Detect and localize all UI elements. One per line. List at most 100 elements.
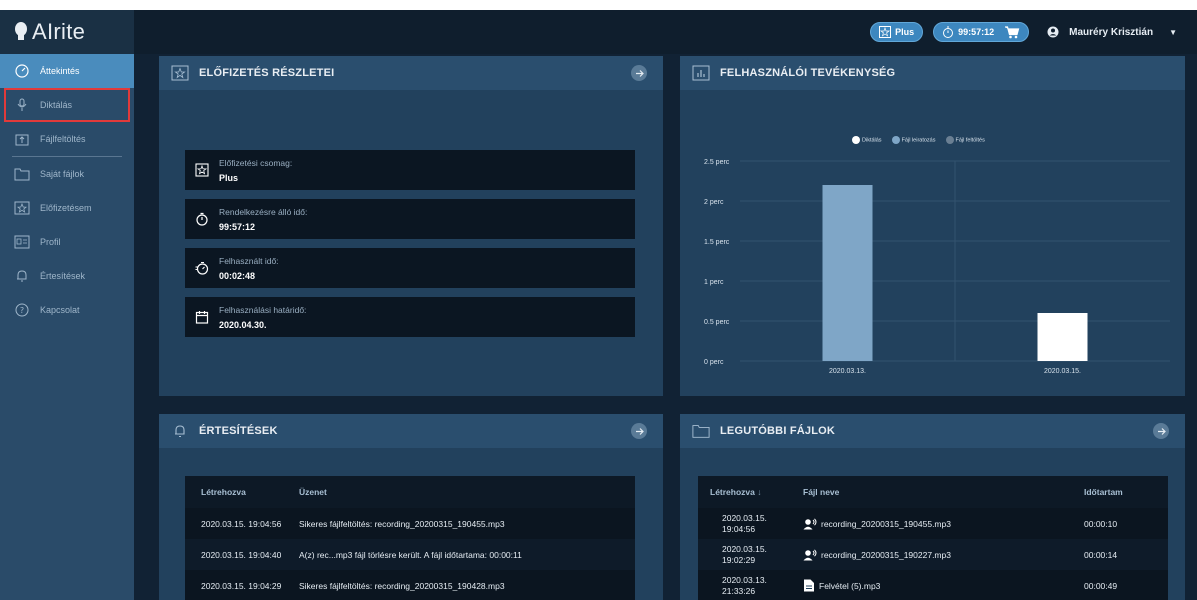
microphone-icon bbox=[14, 97, 30, 113]
y-tick-label: 2.5 perc bbox=[704, 159, 730, 166]
file-icon bbox=[804, 579, 814, 592]
cell-duration: 00:00:10 bbox=[1084, 518, 1118, 529]
table-row[interactable]: 2020.03.15. 19:02:29 recording_20200315_1… bbox=[698, 539, 1168, 570]
folder-icon bbox=[692, 422, 710, 440]
row-value: 99:57:12 bbox=[219, 221, 256, 232]
cell-created-time: 19:04:56 bbox=[722, 523, 756, 534]
sidebar-item-label: Saját fájlok bbox=[40, 169, 85, 179]
voice-icon bbox=[803, 517, 817, 529]
sidebar-item-label: Áttekintés bbox=[40, 66, 80, 76]
table-row[interactable]: 2020.03.15. 19:04:56 recording_20200315_1… bbox=[698, 508, 1168, 539]
arrow-right-icon[interactable] bbox=[631, 65, 647, 81]
table-row[interactable]: 2020.03.13. 21:33:26 Felvétel (5).mp3 00:… bbox=[698, 570, 1168, 600]
folder-icon bbox=[14, 166, 30, 182]
notifications-card: ÉRTESÍTÉSEK Létrehozva Üzenet 2020.03.15… bbox=[159, 414, 663, 600]
logo-text: AIrite bbox=[32, 19, 86, 44]
plan-label: Plus bbox=[895, 27, 915, 37]
upload-icon bbox=[14, 131, 30, 147]
cell-duration: 00:00:14 bbox=[1084, 549, 1118, 560]
cell-created-date: 2020.03.15. bbox=[722, 512, 767, 523]
chevron-down-icon[interactable]: ▼ bbox=[1169, 28, 1177, 37]
column-header-message[interactable]: Üzenet bbox=[299, 487, 327, 497]
sidebar-item-fajlfeltoltes[interactable]: Fájlfeltöltés bbox=[0, 122, 134, 156]
cell-created: 2020.03.13. 21:33:26 bbox=[722, 575, 767, 597]
column-header-created[interactable]: Létrehozva ↓ bbox=[710, 487, 762, 497]
row-label: Rendelkezésre álló idő: bbox=[219, 206, 308, 217]
time-badge[interactable]: 99:57:12 bbox=[933, 22, 1030, 42]
sidebar-item-sajat-fajlok[interactable]: Saját fájlok bbox=[0, 157, 134, 191]
sidebar-item-profil[interactable]: Profil bbox=[0, 225, 134, 259]
sidebar-item-label: Diktálás bbox=[40, 100, 73, 110]
table-row[interactable]: 2020.03.15. 19:04:56 Sikeres fájlfeltölt… bbox=[185, 508, 635, 539]
activity-card: FELHASZNÁLÓI TEVÉKENYSÉG Diktálás Fájl l… bbox=[680, 56, 1185, 396]
subscription-card: ELŐFIZETÉS RÉSZLETEI Előfizetési csomag:… bbox=[159, 56, 663, 396]
user-icon bbox=[1047, 26, 1059, 38]
cell-created: 2020.03.15. 19:04:56 bbox=[201, 518, 282, 529]
sidebar-item-ertesitesek[interactable]: Értesítések bbox=[0, 259, 134, 293]
cell-created-time: 19:02:29 bbox=[722, 554, 756, 565]
file-name-label: Felvétel (5).mp3 bbox=[819, 580, 881, 591]
cell-duration: 00:00:49 bbox=[1084, 580, 1118, 591]
file-name-label: recording_20200315_190227.mp3 bbox=[821, 549, 951, 560]
x-tick-label: 2020.03.15. bbox=[1044, 368, 1081, 375]
sidebar-item-label: Értesítések bbox=[40, 271, 86, 281]
stopwatch-icon bbox=[943, 26, 954, 38]
gauge-icon bbox=[14, 63, 30, 79]
sidebar-item-diktalas[interactable]: Diktálás bbox=[4, 88, 130, 122]
arrow-right-icon[interactable] bbox=[631, 423, 647, 439]
notifications-card-header: ÉRTESÍTÉSEK bbox=[159, 414, 663, 448]
sidebar-item-elofizetesem[interactable]: Előfizetésem bbox=[0, 191, 134, 225]
profile-icon bbox=[14, 234, 30, 250]
cell-file-name[interactable]: Felvétel (5).mp3 bbox=[803, 579, 880, 592]
app-window: AIrite Áttekintés Diktálás Fájlfeltöltés bbox=[0, 10, 1197, 600]
subscription-row-plan: Előfizetési csomag: Plus bbox=[185, 150, 635, 190]
sidebar-item-attekintes[interactable]: Áttekintés bbox=[0, 54, 134, 88]
cart-icon[interactable] bbox=[1004, 25, 1020, 39]
y-tick-label: 2 perc bbox=[704, 199, 724, 206]
cell-created: 2020.03.15. 19:04:56 bbox=[722, 513, 767, 535]
activity-card-header: FELHASZNÁLÓI TEVÉKENYSÉG bbox=[680, 56, 1185, 90]
subscription-row-used-time: Felhasznált idő: 00:02:48 bbox=[185, 248, 635, 288]
column-header-created[interactable]: Létrehozva bbox=[201, 487, 246, 497]
table-row[interactable]: 2020.03.15. 19:04:40 A(z) rec...mp3 fájl… bbox=[185, 539, 635, 570]
cell-created: 2020.03.15. 19:02:29 bbox=[722, 544, 767, 566]
bar bbox=[822, 185, 873, 361]
recent-files-card: LEGUTÓBBI FÁJLOK Létrehozva ↓ Fájl neve … bbox=[680, 414, 1185, 600]
sidebar-item-kapcsolat[interactable]: ? Kapcsolat bbox=[0, 293, 134, 327]
user-menu[interactable]: Mauréry Krisztián ▼ bbox=[1047, 26, 1177, 38]
bell-icon bbox=[171, 422, 189, 440]
column-header-duration[interactable]: Időtartam bbox=[1084, 487, 1123, 497]
sort-arrow-down-icon: ↓ bbox=[757, 487, 762, 497]
sidebar-item-label: Fájlfeltöltés bbox=[40, 134, 86, 144]
star-icon bbox=[14, 200, 30, 216]
cell-message: Sikeres fájlfeltöltés: recording_2020031… bbox=[299, 580, 505, 591]
row-label: Felhasznált idő: bbox=[219, 255, 279, 266]
cell-message: A(z) rec...mp3 fájl törlésre került. A f… bbox=[299, 549, 522, 560]
plan-badge[interactable]: Plus bbox=[870, 22, 924, 42]
row-label: Előfizetési csomag: bbox=[219, 157, 293, 168]
file-name-label: recording_20200315_190455.mp3 bbox=[821, 518, 951, 529]
column-header-file-name[interactable]: Fájl neve bbox=[803, 487, 839, 497]
sidebar-item-label: Profil bbox=[40, 237, 61, 247]
bell-icon bbox=[14, 268, 30, 284]
cell-created-date: 2020.03.15. bbox=[722, 543, 767, 554]
calendar-icon bbox=[185, 310, 219, 324]
stopwatch-icon bbox=[185, 212, 219, 226]
row-label: Felhasználási határidő: bbox=[219, 304, 307, 315]
help-icon: ? bbox=[14, 302, 30, 318]
card-title: FELHASZNÁLÓI TEVÉKENYSÉG bbox=[720, 67, 896, 79]
logo[interactable]: AIrite bbox=[0, 10, 134, 54]
column-header-created-label: Létrehozva bbox=[710, 487, 755, 497]
y-tick-label: 1 perc bbox=[704, 279, 724, 286]
cell-file-name[interactable]: recording_20200315_190455.mp3 bbox=[803, 517, 951, 530]
row-value: Plus bbox=[219, 172, 239, 183]
sidebar-item-label: Előfizetésem bbox=[40, 203, 92, 213]
cell-file-name[interactable]: recording_20200315_190227.mp3 bbox=[803, 548, 951, 561]
topbar: Plus 99:57:12 Mauréry Krisztián ▼ bbox=[134, 10, 1197, 54]
arrow-right-icon[interactable] bbox=[1153, 423, 1169, 439]
y-tick-label: 0 perc bbox=[704, 359, 724, 366]
voice-icon bbox=[803, 548, 817, 560]
cell-created-date: 2020.03.13. bbox=[722, 574, 767, 585]
star-icon bbox=[879, 26, 892, 38]
table-row[interactable]: 2020.03.15. 19:04:29 Sikeres fájlfeltölt… bbox=[185, 570, 635, 600]
